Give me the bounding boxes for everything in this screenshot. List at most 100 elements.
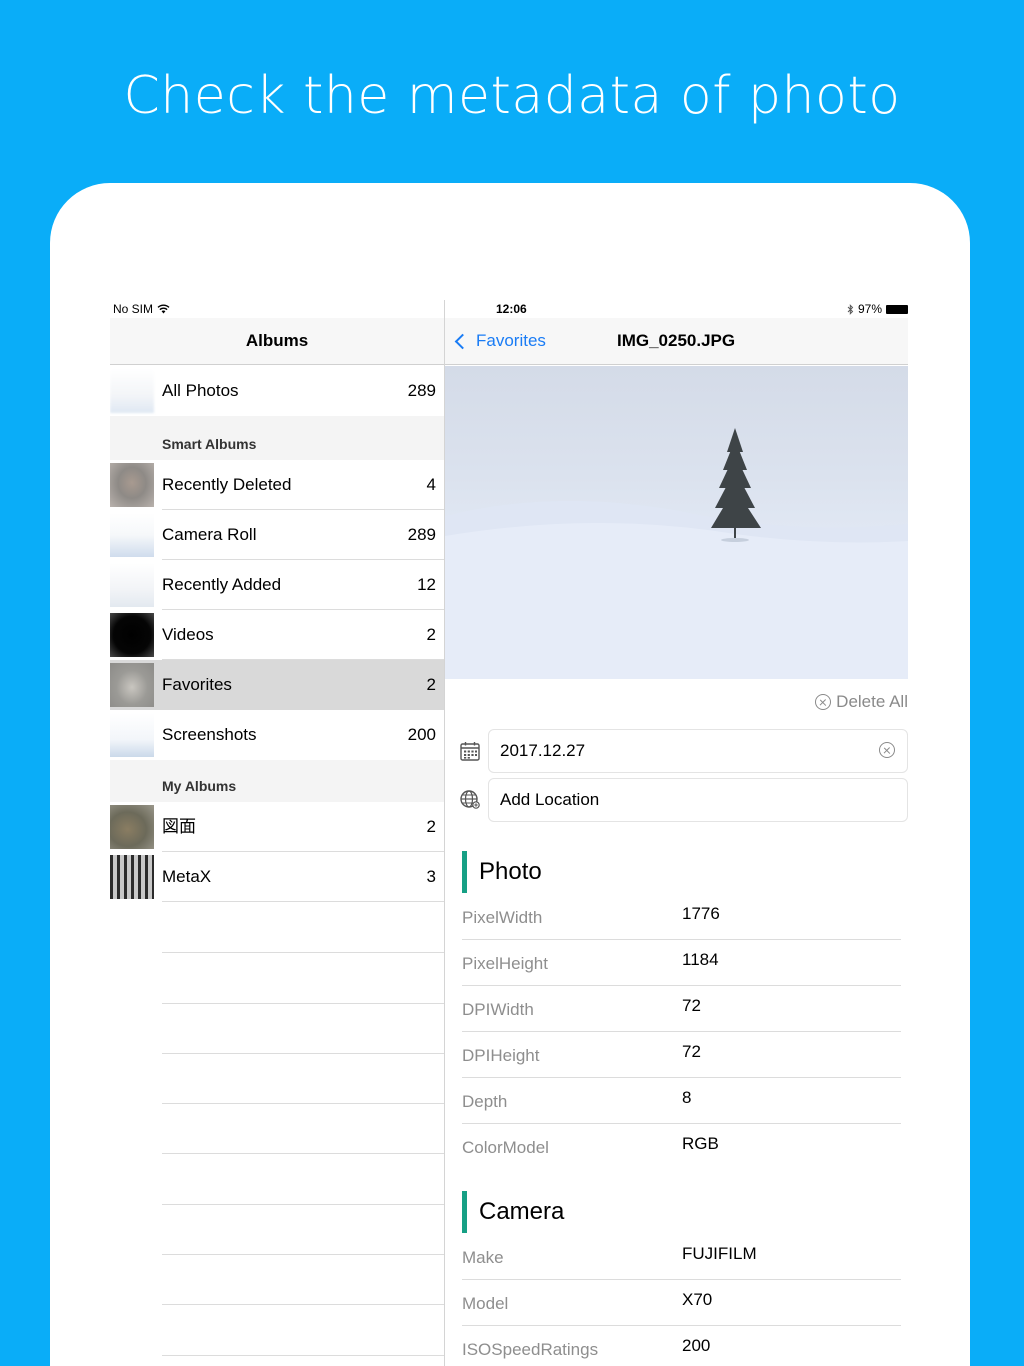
metadata-row[interactable]: Make FUJIFILM <box>462 1234 901 1280</box>
album-name: Screenshots <box>162 725 257 744</box>
album-name: 図面 <box>162 817 196 836</box>
album-count: 3 <box>426 867 436 886</box>
metadata-row[interactable]: DPIHeight 72 <box>462 1032 901 1078</box>
album-name: Videos <box>162 625 214 644</box>
photo-section-title: Photo <box>462 851 542 893</box>
row-separator <box>162 901 444 902</box>
ipad-screen: Albums All Photos 289 Smart Albums Recen… <box>110 300 908 1366</box>
battery-percent: 97% <box>857 302 882 316</box>
date-field[interactable]: 2017.12.27 <box>488 729 908 773</box>
metadata-key: DPIWidth <box>462 1000 534 1019</box>
metadata-value: 8 <box>682 1088 692 1107</box>
album-name: Recently Deleted <box>162 475 292 494</box>
detail-navbar: Favorites IMG_0250.JPG <box>445 318 908 365</box>
album-row-favorites[interactable]: Favorites 2 <box>110 660 444 710</box>
section-header-my-albums: My Albums <box>110 760 444 802</box>
delete-all-button[interactable]: Delete All <box>815 692 908 712</box>
calendar-icon <box>460 742 480 761</box>
album-count: 200 <box>407 725 436 744</box>
album-name: All Photos <box>162 381 239 400</box>
metadata-key: Make <box>462 1248 504 1267</box>
metadata-key: ColorModel <box>462 1138 549 1157</box>
metadata-value: FUJIFILM <box>682 1244 757 1263</box>
album-thumbnail <box>110 369 154 413</box>
photo-preview[interactable] <box>445 366 908 679</box>
bluetooth-icon <box>847 303 854 315</box>
location-field[interactable]: Add Location <box>488 778 908 822</box>
metadata-row[interactable]: ColorModel RGB <box>462 1124 901 1170</box>
section-header-label: My Albums <box>162 778 237 794</box>
album-name: Camera Roll <box>162 525 257 544</box>
albums-navbar: Albums <box>110 318 444 365</box>
chevron-left-icon <box>454 333 471 350</box>
back-button[interactable]: Favorites <box>454 318 546 364</box>
metadata-row[interactable]: PixelHeight 1184 <box>462 940 901 986</box>
metadata-row[interactable]: Depth 8 <box>462 1078 901 1124</box>
album-thumbnail <box>110 563 154 607</box>
album-thumbnail <box>110 805 154 849</box>
location-value: Add Location <box>500 790 600 809</box>
album-thumbnail <box>110 663 154 707</box>
metadata-key: DPIHeight <box>462 1046 540 1065</box>
back-label: Favorites <box>476 331 546 350</box>
album-thumbnail <box>110 855 154 899</box>
album-row-camera-roll[interactable]: Camera Roll 289 <box>110 510 444 560</box>
album-name: Favorites <box>162 675 232 694</box>
photo-filename-title: IMG_0250.JPG <box>617 331 736 350</box>
album-count: 289 <box>407 525 436 544</box>
status-left: No SIM <box>113 302 170 316</box>
album-thumbnail <box>110 613 154 657</box>
camera-section-title: Camera <box>462 1191 564 1233</box>
headline: Check the metadata of photo <box>123 66 901 126</box>
metadata-row[interactable]: Model X70 <box>462 1280 901 1326</box>
album-count: 4 <box>426 475 436 494</box>
album-thumbnail <box>110 513 154 557</box>
album-list: All Photos 289 Smart Albums Recently Del… <box>110 366 444 902</box>
metadata-value: 72 <box>682 996 701 1015</box>
album-count: 2 <box>426 675 436 694</box>
album-row-all-photos[interactable]: All Photos 289 <box>110 366 444 416</box>
album-thumbnail <box>110 713 154 757</box>
album-row-recently-deleted[interactable]: Recently Deleted 4 <box>110 460 444 510</box>
album-name: MetaX <box>162 867 212 886</box>
metadata-value: X70 <box>682 1290 713 1309</box>
album-count: 289 <box>407 381 436 400</box>
metadata-key: PixelWidth <box>462 908 543 927</box>
carrier-label: No SIM <box>113 302 154 316</box>
clear-circle-icon <box>815 694 832 710</box>
metadata-value: 1184 <box>682 950 719 969</box>
section-header-smart-albums: Smart Albums <box>110 416 444 460</box>
metadata-row[interactable]: PixelWidth 1776 <box>462 894 901 940</box>
battery-icon <box>886 304 908 314</box>
album-row-videos[interactable]: Videos 2 <box>110 610 444 660</box>
date-value: 2017.12.27 <box>500 741 586 760</box>
snow-tree-image <box>445 428 908 679</box>
metadata-value: RGB <box>682 1134 719 1153</box>
album-row-zumen[interactable]: 図面 2 <box>110 802 444 852</box>
metadata-row[interactable]: DPIWidth 72 <box>462 986 901 1032</box>
photo-detail-pane: Favorites IMG_0250.JPG Delete All 2017.1… <box>445 300 908 1366</box>
delete-all-label: Delete All <box>836 692 908 711</box>
album-thumbnail <box>110 463 154 507</box>
status-time: 12:06 <box>496 302 527 316</box>
albums-title: Albums <box>245 331 309 350</box>
empty-table-rows <box>162 903 444 1356</box>
album-count: 2 <box>426 817 436 836</box>
album-name: Recently Added <box>162 575 282 594</box>
clear-date-icon[interactable] <box>879 742 895 758</box>
metadata-value: 72 <box>682 1042 701 1061</box>
metadata-key: PixelHeight <box>462 954 548 973</box>
metadata-row[interactable]: ISOSpeedRatings 200 <box>462 1326 901 1366</box>
metadata-value: 1776 <box>682 904 720 923</box>
albums-pane: Albums All Photos 289 Smart Albums Recen… <box>110 300 444 1366</box>
status-bar: No SIM 12:06 97% <box>110 300 908 318</box>
metadata-key: Depth <box>462 1092 508 1111</box>
album-count: 2 <box>426 625 436 644</box>
album-row-recently-added[interactable]: Recently Added 12 <box>110 560 444 610</box>
album-count: 12 <box>417 575 436 594</box>
status-right: 97% <box>847 302 908 316</box>
album-row-screenshots[interactable]: Screenshots 200 <box>110 710 444 760</box>
metadata-value: 200 <box>682 1336 711 1355</box>
album-row-metax[interactable]: MetaX 3 <box>110 852 444 902</box>
metadata-key: Model <box>462 1294 509 1313</box>
